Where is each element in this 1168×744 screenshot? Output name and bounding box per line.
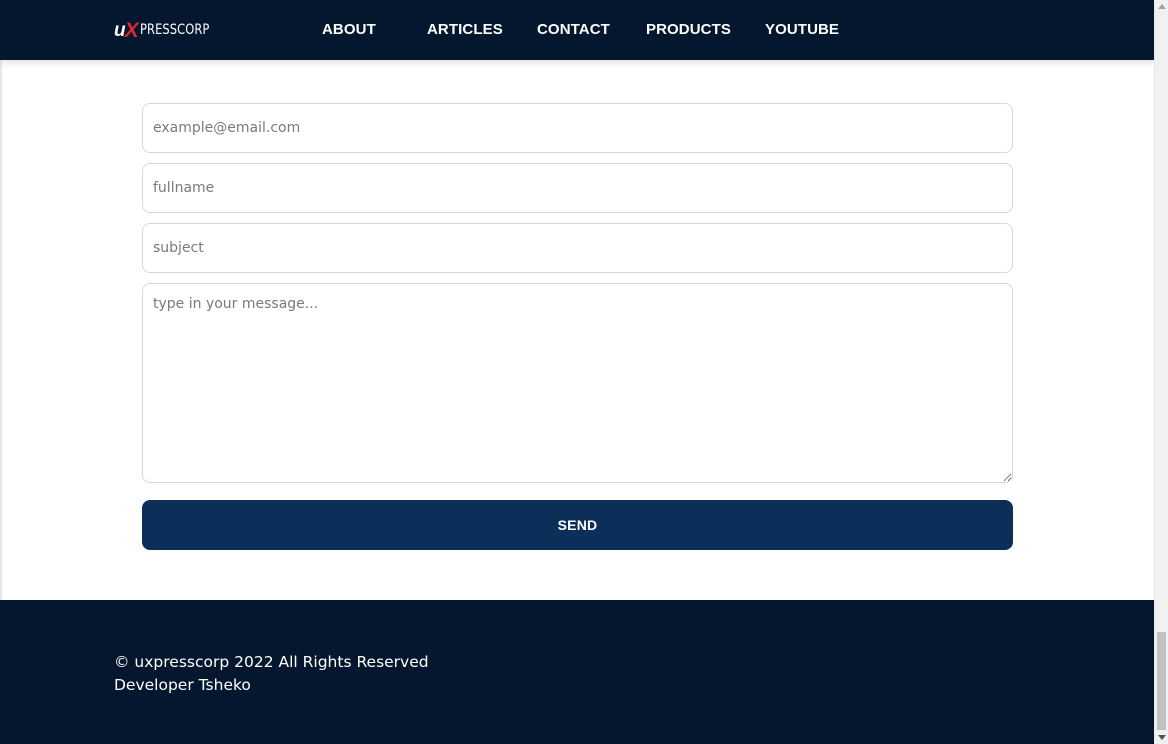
email-field[interactable] [142, 103, 1013, 153]
logo-letter-x: X [124, 18, 139, 42]
fullname-field[interactable] [142, 163, 1013, 213]
nav-products[interactable]: PRODUCTS [646, 20, 731, 40]
message-field[interactable] [142, 283, 1013, 483]
vertical-scrollbar[interactable] [1154, 0, 1168, 744]
send-button[interactable]: SEND [142, 500, 1013, 550]
footer: © uxpresscorp 2022 All Rights Reserved D… [0, 600, 1154, 744]
scrollbar-thumb[interactable] [1157, 632, 1166, 730]
scroll-up-arrow-icon[interactable] [1158, 4, 1166, 9]
navbar: u X PRESSCORP ABOUT ARTICLES CONTACT PRO… [0, 0, 1154, 60]
footer-developer: Developer Tsheko [114, 676, 251, 694]
nav-about[interactable]: ABOUT [322, 20, 376, 40]
logo-letter-u: u [114, 19, 126, 41]
footer-copyright: © uxpresscorp 2022 All Rights Reserved [114, 653, 429, 671]
nav-articles[interactable]: ARTICLES [427, 20, 503, 40]
brand-logo[interactable]: u X PRESSCORP [114, 19, 224, 41]
nav-contact[interactable]: CONTACT [537, 20, 610, 40]
logo-wordmark: PRESSCORP [139, 22, 210, 38]
left-edge-divider [0, 60, 2, 600]
page: u X PRESSCORP ABOUT ARTICLES CONTACT PRO… [0, 0, 1168, 744]
scroll-down-arrow-icon[interactable] [1158, 735, 1166, 740]
nav-youtube[interactable]: YOUTUBE [765, 20, 839, 40]
subject-field[interactable] [142, 223, 1013, 273]
